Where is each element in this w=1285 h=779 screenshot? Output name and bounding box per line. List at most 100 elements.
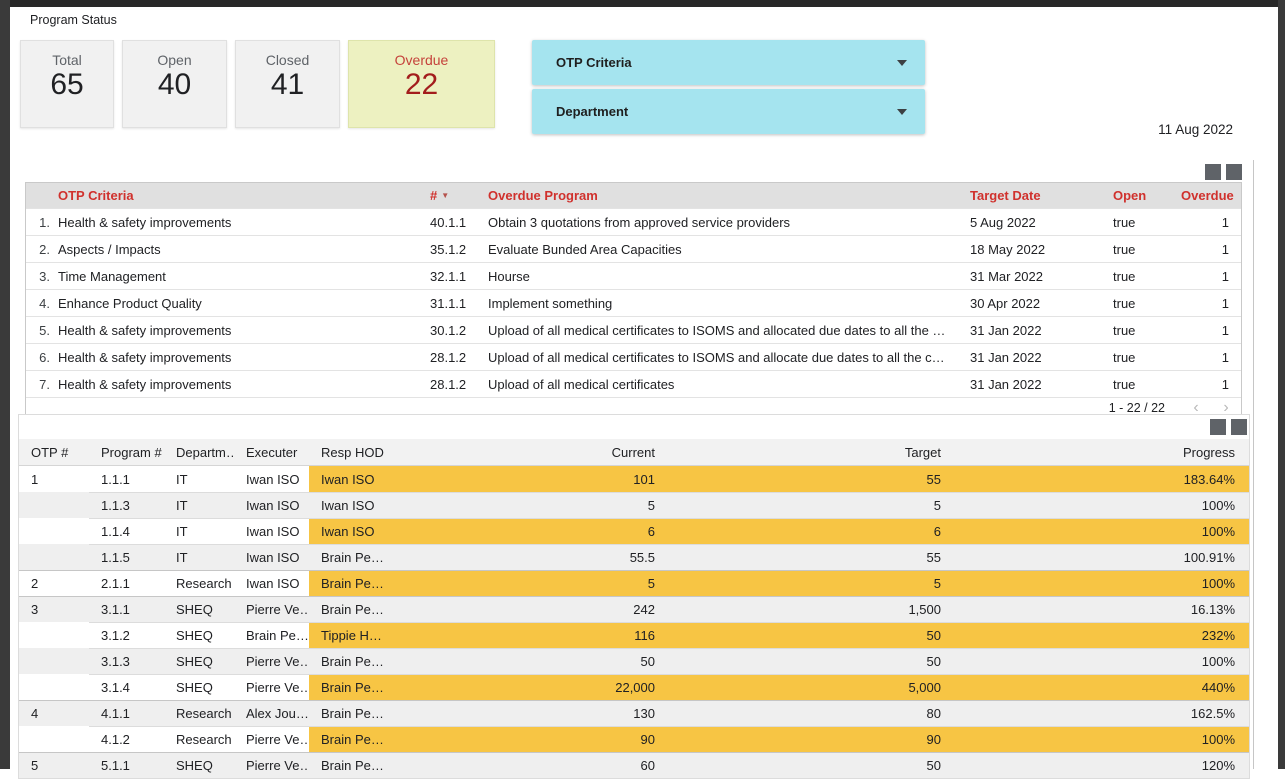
- cell-target_date: 31 Jan 2022: [970, 349, 1042, 365]
- table-row[interactable]: 3.1.4 SHEQ Pierre Ve… Brain Pe… 22,000 5,000 4…: [19, 674, 1249, 700]
- cell-otp: 2: [31, 575, 39, 591]
- scorecard-label: Total: [52, 52, 82, 68]
- cell-department: Research: [176, 705, 232, 721]
- cell-criteria: Aspects / Impacts: [58, 241, 161, 257]
- cell-num: 1.: [39, 214, 50, 230]
- cell-program: 4.1.2: [101, 731, 130, 747]
- cell-executer: Alex Jou…: [246, 705, 309, 721]
- view-toggle-icon-1[interactable]: [1205, 164, 1221, 180]
- cell-current: 55.5: [629, 549, 655, 565]
- row-divider: [89, 492, 1249, 493]
- cell-target: 1,500: [908, 601, 941, 617]
- table-row[interactable]: 1.1.3 IT Iwan ISO Iwan ISO 5 5 100%: [19, 492, 1249, 518]
- cell-otp: [19, 726, 89, 752]
- table-row[interactable]: 2. Aspects / Impacts 35.1.2 Evaluate Bunded…: [26, 235, 1241, 262]
- cell-department: SHEQ: [176, 601, 213, 617]
- header-otp-criteria[interactable]: OTP Criteria: [50, 188, 422, 203]
- cell-current: 6: [434, 518, 669, 544]
- header-overdue[interactable]: Overdue: [1173, 188, 1241, 203]
- header-target-date[interactable]: Target Date: [962, 188, 1105, 203]
- row-divider: [89, 648, 1249, 649]
- cell-program: 1.1.3: [101, 497, 130, 513]
- table-row[interactable]: 4 4.1.1 Research Alex Jou… Brain Pe… 130 80 162…: [19, 700, 1249, 726]
- cell-overdue: 1: [1221, 322, 1229, 338]
- scorecard-open: Open 40: [122, 40, 227, 128]
- table-row[interactable]: 1.1.5 IT Iwan ISO Brain Pe… 55.5 55 100.91%: [19, 544, 1249, 570]
- header-department[interactable]: Departm…: [164, 439, 234, 465]
- filter-department[interactable]: Department: [532, 89, 925, 134]
- progress-table: OTP # Program # Departm… Executer Resp H…: [18, 414, 1250, 779]
- cell-current: 130: [633, 705, 655, 721]
- table-row[interactable]: 1.1.4 IT Iwan ISO Iwan ISO 6 6 100%: [19, 518, 1249, 544]
- cell-target: 50: [669, 622, 955, 648]
- table-row[interactable]: 7. Health & safety improvements 28.1.2 Uplo…: [26, 370, 1241, 397]
- table-row[interactable]: 5. Health & safety improvements 30.1.2 Uplo…: [26, 316, 1241, 343]
- cell-program: 5.1.1: [101, 757, 130, 773]
- cell-progress: 100%: [1201, 497, 1235, 513]
- header-otp-number[interactable]: OTP #: [19, 439, 89, 465]
- table-row[interactable]: 4. Enhance Product Quality 31.1.1 Implement…: [26, 289, 1241, 316]
- cell-program: 1.1.4: [101, 523, 130, 539]
- cell-open: true: [1113, 268, 1136, 284]
- header-hash-sorted[interactable]: # ▼: [422, 188, 480, 203]
- header-open[interactable]: Open: [1105, 188, 1173, 203]
- cell-otp: [19, 674, 89, 700]
- header-resp-hod[interactable]: Resp HOD: [309, 439, 434, 465]
- cell-hash: 30.1.2: [430, 322, 467, 338]
- cell-department: SHEQ: [176, 627, 213, 643]
- cell-current: 5: [434, 570, 669, 596]
- cell-current: 5: [647, 497, 655, 513]
- table-row[interactable]: 3.1.2 SHEQ Brain Pe… Tippie H… 116 50 232%: [19, 622, 1249, 648]
- cell-otp: 1: [31, 471, 39, 487]
- header-overdue-program[interactable]: Overdue Program: [480, 188, 962, 203]
- cell-current: 22,000: [434, 674, 669, 700]
- scorecard-value: 40: [157, 68, 192, 101]
- cell-executer: Pierre Ve…: [246, 757, 309, 773]
- cell-resp_hod: Iwan ISO: [309, 466, 434, 492]
- table-row[interactable]: 1. Health & safety improvements 40.1.1 Obta…: [26, 208, 1241, 235]
- table-row[interactable]: 3.1.3 SHEQ Pierre Ve… Brain Pe… 50 50 100%: [19, 648, 1249, 674]
- view-toggle-icon-2[interactable]: [1226, 164, 1242, 180]
- cell-program: Upload of all medical certificates to IS…: [488, 349, 945, 365]
- cell-current: 116: [434, 622, 669, 648]
- cell-program: Evaluate Bunded Area Capacities: [488, 241, 682, 257]
- table-row[interactable]: 2 2.1.1 Research Iwan ISO Brain Pe… 5 5 100%: [19, 570, 1249, 596]
- header-current[interactable]: Current: [434, 439, 669, 465]
- cell-executer: Iwan ISO: [246, 471, 300, 487]
- filter-otp-criteria[interactable]: OTP Criteria: [532, 40, 925, 85]
- row-divider: [19, 752, 1249, 753]
- cell-department: IT: [176, 471, 188, 487]
- view-toggle-icon-1[interactable]: [1210, 419, 1226, 435]
- filter-label: Department: [556, 104, 629, 119]
- header-program-number[interactable]: Program #: [89, 439, 164, 465]
- cell-executer: Iwan ISO: [246, 575, 300, 591]
- cell-resp_hod: Brain Pe…: [321, 705, 384, 721]
- cell-num: 6.: [39, 349, 50, 365]
- cell-overdue: 1: [1221, 295, 1229, 311]
- cell-target: 5: [669, 570, 955, 596]
- table-row[interactable]: 3. Time Management 32.1.1 Hourse 31 Mar 2022…: [26, 262, 1241, 289]
- row-divider: [19, 700, 1249, 701]
- cell-executer: Pierre Ve…: [246, 679, 309, 695]
- table-row[interactable]: 5 5.1.1 SHEQ Pierre Ve… Brain Pe… 60 50 120%: [19, 752, 1249, 778]
- cell-department: SHEQ: [176, 757, 213, 773]
- window-frame-left: [0, 0, 10, 769]
- view-toggle-icon-2[interactable]: [1231, 419, 1247, 435]
- cell-program: Obtain 3 quotations from approved servic…: [488, 214, 791, 230]
- row-divider: [19, 596, 1249, 597]
- table-row[interactable]: 6. Health & safety improvements 28.1.2 Uplo…: [26, 343, 1241, 370]
- cell-executer: Pierre Ve…: [246, 653, 309, 669]
- header-target[interactable]: Target: [669, 439, 955, 465]
- table-row[interactable]: 3 3.1.1 SHEQ Pierre Ve… Brain Pe… 242 1,500 16.…: [19, 596, 1249, 622]
- table-row[interactable]: 4.1.2 Research Pierre Ve… Brain Pe… 90 90 100%: [19, 726, 1249, 752]
- cell-department: IT: [176, 549, 188, 565]
- header-executer[interactable]: Executer: [234, 439, 309, 465]
- cell-current: 60: [640, 757, 655, 773]
- cell-progress: 120%: [1201, 757, 1235, 773]
- table-row[interactable]: 1 1.1.1 IT Iwan ISO Iwan ISO 101 55 183.64%: [19, 466, 1249, 492]
- overdue-programs-table: OTP Criteria # ▼ Overdue Program Target …: [25, 160, 1242, 418]
- progress-table-body: 1 1.1.1 IT Iwan ISO Iwan ISO 101 55 183.64% 1.1.…: [19, 466, 1249, 778]
- cell-hash: 40.1.1: [430, 214, 467, 230]
- row-divider: [89, 726, 1249, 727]
- header-progress[interactable]: Progress: [955, 439, 1249, 465]
